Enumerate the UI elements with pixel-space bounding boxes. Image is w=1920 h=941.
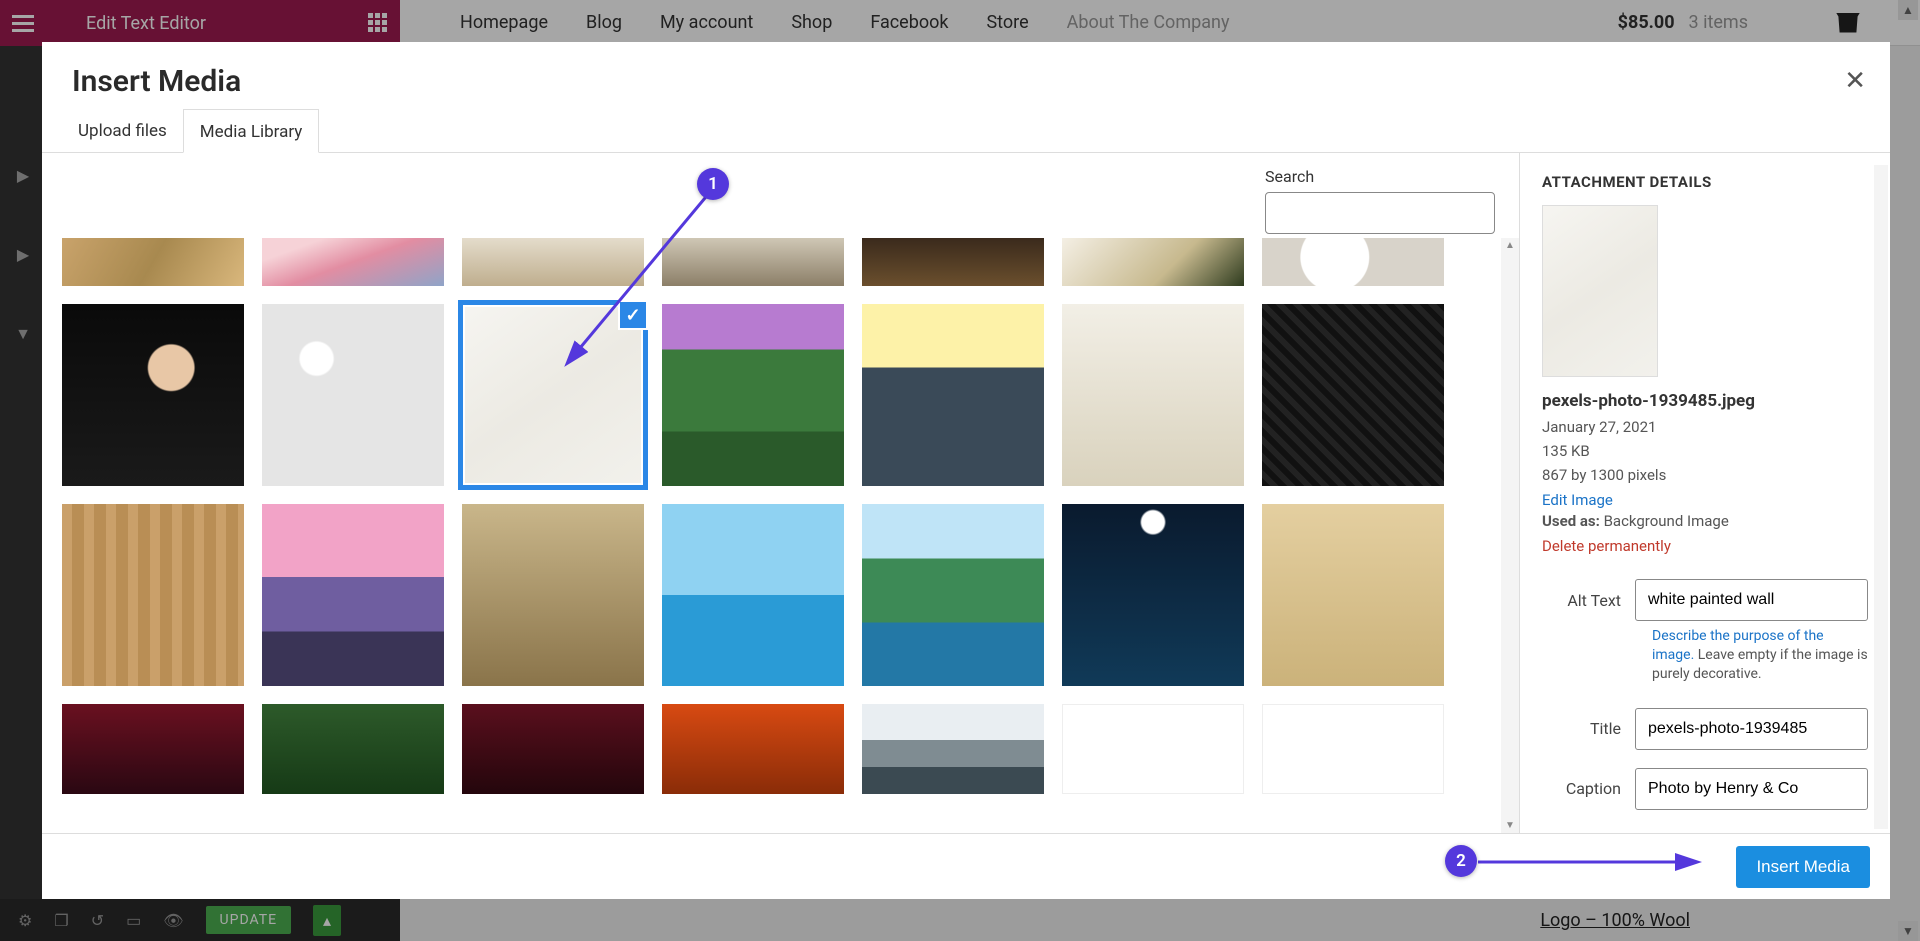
- media-row: [62, 704, 1487, 794]
- media-thumb[interactable]: [62, 304, 244, 486]
- alt-text-field[interactable]: [1635, 579, 1868, 621]
- check-icon: ✓: [618, 300, 648, 330]
- delete-permanently-link[interactable]: Delete permanently: [1542, 537, 1671, 555]
- attachment-size: 135 KB: [1542, 439, 1868, 463]
- media-thumb[interactable]: [1062, 304, 1244, 486]
- media-thumb[interactable]: [62, 504, 244, 686]
- search-label: Search: [1265, 167, 1495, 186]
- media-thumb[interactable]: [262, 704, 444, 794]
- media-row: ✓: [62, 304, 1487, 486]
- media-row: [62, 504, 1487, 686]
- attachment-used-as: Used as: Background Image: [1542, 509, 1868, 533]
- attachment-dimensions: 867 by 1300 pixels: [1542, 463, 1868, 487]
- media-thumb[interactable]: [1262, 238, 1444, 286]
- media-thumb[interactable]: [862, 704, 1044, 794]
- edit-image-link[interactable]: Edit Image: [1542, 491, 1613, 509]
- scroll-down-icon[interactable]: ▼: [1504, 820, 1516, 831]
- media-thumb[interactable]: [1262, 504, 1444, 686]
- used-as-value: Background Image: [1604, 512, 1729, 530]
- caption-field[interactable]: [1635, 768, 1868, 810]
- media-thumb[interactable]: [862, 238, 1044, 286]
- title-label: Title: [1542, 719, 1621, 738]
- used-as-label: Used as:: [1542, 512, 1600, 530]
- insert-media-modal: Insert Media ✕ Upload files Media Librar…: [42, 42, 1890, 899]
- media-thumb[interactable]: [1062, 704, 1244, 794]
- media-thumb[interactable]: [262, 304, 444, 486]
- media-thumb[interactable]: [662, 304, 844, 486]
- details-scrollbar[interactable]: [1874, 165, 1888, 829]
- media-thumb[interactable]: [1262, 304, 1444, 486]
- media-row: [62, 238, 1487, 286]
- media-thumb[interactable]: [1062, 504, 1244, 686]
- media-thumb[interactable]: [462, 504, 644, 686]
- modal-body: Search ✓ ▲ ▼ ATTACHMENT DETAILS pexels-p…: [42, 153, 1890, 833]
- media-thumb[interactable]: [262, 504, 444, 686]
- modal-footer: Insert Media: [42, 833, 1890, 899]
- modal-backdrop: Insert Media ✕ Upload files Media Librar…: [0, 0, 1920, 941]
- media-thumb[interactable]: [1062, 238, 1244, 286]
- media-thumb[interactable]: [862, 304, 1044, 486]
- attachment-filename: pexels-photo-1939485.jpeg: [1542, 391, 1868, 411]
- close-icon[interactable]: ✕: [1844, 66, 1866, 96]
- modal-tabs: Upload files Media Library: [42, 109, 1890, 153]
- modal-header: Insert Media ✕: [42, 42, 1890, 109]
- attachment-preview: [1542, 205, 1658, 377]
- attachment-details-panel: ATTACHMENT DETAILS pexels-photo-1939485.…: [1520, 153, 1890, 833]
- media-thumb[interactable]: [662, 704, 844, 794]
- media-thumb[interactable]: [462, 238, 644, 286]
- media-thumb[interactable]: [1262, 704, 1444, 794]
- media-thumb[interactable]: [662, 238, 844, 286]
- media-thumb[interactable]: [862, 504, 1044, 686]
- tab-media-library[interactable]: Media Library: [183, 109, 320, 153]
- search-input[interactable]: [1265, 192, 1495, 234]
- modal-title: Insert Media: [72, 64, 1860, 99]
- media-thumb[interactable]: [662, 504, 844, 686]
- media-thumb[interactable]: [62, 238, 244, 286]
- media-library-pane: Search ✓ ▲ ▼: [42, 153, 1520, 833]
- media-grid: ✓: [42, 238, 1501, 833]
- media-thumb-selected[interactable]: ✓: [462, 304, 644, 486]
- scroll-up-icon[interactable]: ▲: [1504, 240, 1516, 251]
- alt-text-helper: Describe the purpose of the image. Leave…: [1652, 627, 1868, 684]
- alt-text-label: Alt Text: [1542, 591, 1621, 610]
- insert-media-button[interactable]: Insert Media: [1736, 846, 1870, 888]
- tab-upload-files[interactable]: Upload files: [62, 109, 183, 152]
- media-thumb[interactable]: [462, 704, 644, 794]
- caption-label: Caption: [1542, 779, 1621, 798]
- media-thumb[interactable]: [62, 704, 244, 794]
- attachment-date: January 27, 2021: [1542, 415, 1868, 439]
- media-grid-scrollbar[interactable]: ▲ ▼: [1501, 238, 1519, 833]
- title-field[interactable]: [1635, 708, 1868, 750]
- media-thumb[interactable]: [262, 238, 444, 286]
- attachment-details-heading: ATTACHMENT DETAILS: [1542, 173, 1868, 191]
